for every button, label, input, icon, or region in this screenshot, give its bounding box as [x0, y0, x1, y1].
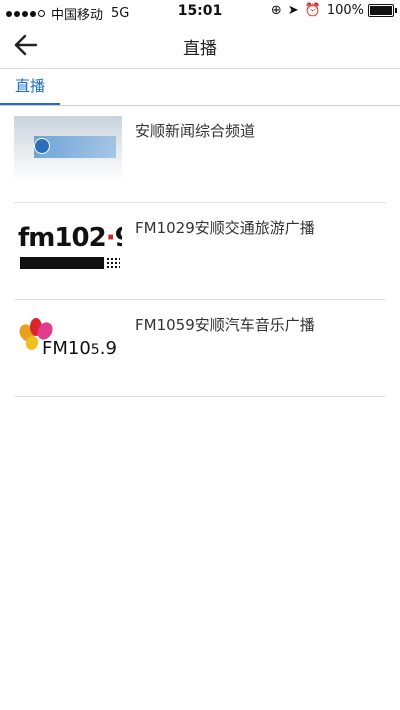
location-icon: ➤: [287, 3, 299, 18]
battery-icon: [368, 4, 397, 17]
status-bar: 中国移动 5G 15:01 ⊕ ➤ ⏰ 100%: [0, 0, 400, 23]
battery-percent: 100%: [326, 3, 364, 18]
tab-live[interactable]: 直播: [0, 69, 60, 105]
fm1059-logo-icon: FM105.9: [14, 310, 122, 376]
channel-title: FM1029安顺交通旅游广播: [135, 219, 315, 237]
navigation-bar: 直播: [0, 22, 400, 69]
fm1029-logo-icon: fm102·9: [14, 213, 122, 279]
status-right: ⊕ ➤ ⏰ 100%: [265, 3, 397, 18]
list-item[interactable]: fm102·9 FM1029安顺交通旅游广播: [14, 203, 386, 300]
tab-bar: 直播: [0, 69, 400, 106]
list-item[interactable]: FM105.9 FM1059安顺汽车音乐广播: [14, 300, 386, 397]
page-title: 直播: [183, 39, 217, 59]
channel-title: FM1059安顺汽车音乐广播: [135, 316, 315, 334]
news-channel-logo-icon: [14, 116, 122, 182]
rotation-lock-icon: ⊕: [270, 3, 282, 18]
list-item[interactable]: 安顺新闻综合频道: [14, 106, 386, 203]
alarm-icon: ⏰: [304, 3, 321, 18]
channel-title: 安顺新闻综合频道: [135, 122, 256, 140]
channel-list: 安顺新闻综合频道 fm102·9 FM1029安顺交通旅游广播 FM105.9 …: [0, 106, 400, 397]
